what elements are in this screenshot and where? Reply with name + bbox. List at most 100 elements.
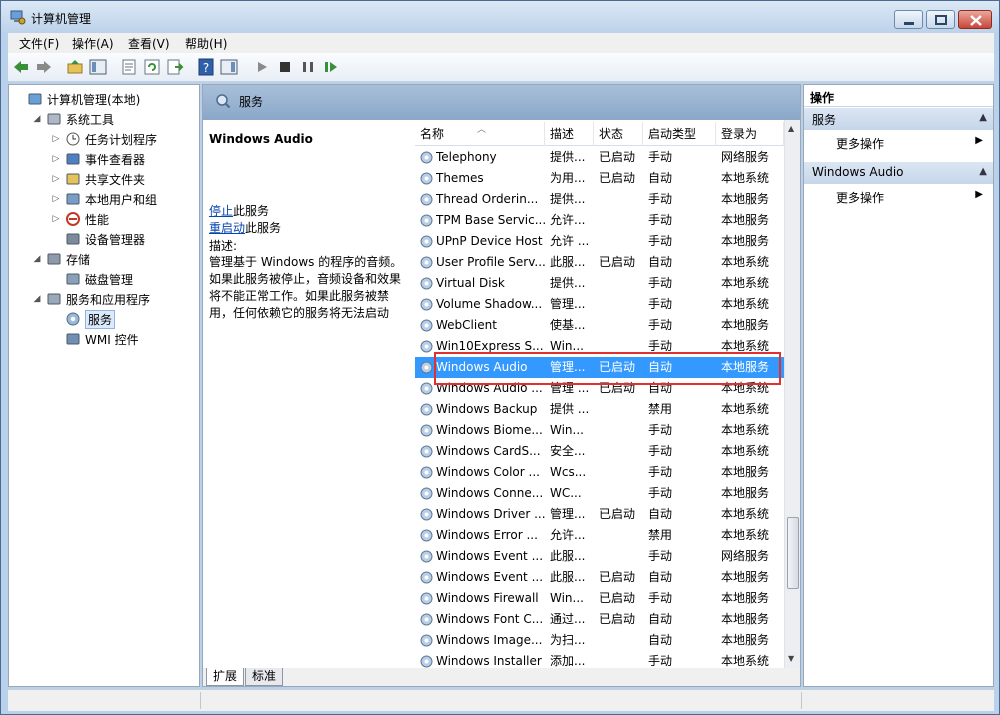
action-pane-icon[interactable] [220,58,238,76]
scroll-down-icon[interactable]: ▼ [788,654,794,663]
up-folder-icon[interactable] [66,58,84,76]
service-row[interactable]: Win10Express S... Win... 手动 本地系统 [415,336,784,357]
service-row[interactable]: Windows CardS... 安全... 手动 本地系统 [415,441,784,462]
tree-item[interactable]: WMI 控件 [51,329,139,349]
tree-item[interactable]: 计算机管理(本地) [13,89,140,109]
service-status [599,525,645,546]
service-row[interactable]: UPnP Device Host 允许 ... 手动 本地服务 [415,231,784,252]
service-row[interactable]: Windows Event ... 此服... 已启动 自动 本地服务 [415,567,784,588]
menu-action[interactable]: 操作(A) [72,35,114,52]
service-row[interactable]: Windows Backup 提供 ... 禁用 本地系统 [415,399,784,420]
service-row[interactable]: WebClient 使基... 手动 本地服务 [415,315,784,336]
more-actions-services[interactable]: 更多操作 ▶ [804,132,993,154]
tree-item[interactable]: 磁盘管理 [51,269,133,289]
col-name-header[interactable]: 名称 ︿ [415,122,545,146]
expand-toggle-icon[interactable]: ▷ [51,154,61,164]
pause-service-icon[interactable] [299,58,317,76]
service-row[interactable]: Volume Shadow... 管理... 手动 本地系统 [415,294,784,315]
tree-item[interactable]: ◢ 存储 [32,249,90,269]
section-windows-audio-label: Windows Audio [812,165,904,179]
service-row[interactable]: Windows Driver ... 管理... 已启动 自动 本地系统 [415,504,784,525]
service-row[interactable]: Windows Error ... 允许... 禁用 本地系统 [415,525,784,546]
service-status: 已启动 [599,570,636,584]
service-row[interactable]: Themes 为用... 已启动 自动 本地系统 [415,168,784,189]
restart-service-link[interactable]: 重启动 [209,221,245,235]
col-desc-header[interactable]: 描述 [545,122,594,146]
back-arrow-icon[interactable] [12,58,30,76]
forward-arrow-icon[interactable] [35,58,53,76]
service-row[interactable]: Windows Font C... 通过... 已启动 自动 本地服务 [415,609,784,630]
expand-toggle-icon[interactable]: ◢ [32,294,42,304]
scroll-up-icon[interactable]: ▲ [788,124,794,133]
service-startup: 手动 [648,486,673,500]
expand-toggle-icon[interactable]: ▷ [51,194,61,204]
minimize-button[interactable] [894,10,923,29]
tab-standard[interactable]: 标准 [245,668,284,686]
service-name: Windows Event ... [436,549,544,563]
services-header-title: 服务 [239,95,264,109]
service-row[interactable]: Windows Conne... WC... 手动 本地服务 [415,483,784,504]
computer-mgmt-icon [10,10,26,25]
expand-toggle-icon[interactable]: ◢ [32,254,42,264]
service-row[interactable]: Windows Event ... 此服... 手动 网络服务 [415,546,784,567]
service-row[interactable]: Windows Biome... Win... 手动 本地系统 [415,420,784,441]
service-status: 已启动 [599,360,636,374]
service-gear-icon [420,298,433,311]
scrollbar-thumb[interactable] [787,517,799,589]
services-scrollbar[interactable]: ▲ ▼ [784,120,800,668]
more-actions-windows-audio[interactable]: 更多操作 ▶ [804,186,993,208]
service-row[interactable]: Windows Color ... Wcs... 手动 本地服务 [415,462,784,483]
tree-item[interactable]: ▷ 性能 [51,209,109,229]
col-startup-header[interactable]: 启动类型 [643,122,716,146]
submenu-arrow-icon: ▶ [975,189,983,200]
expand-toggle-icon[interactable]: ▷ [51,214,61,224]
stop-service-icon[interactable] [276,58,294,76]
expand-toggle-icon[interactable]: ▷ [51,134,61,144]
actions-section-windows-audio[interactable]: Windows Audio ▲ [804,162,993,184]
tree-item[interactable]: ◢ 系统工具 [32,109,114,129]
expand-toggle-icon[interactable]: ▷ [51,174,61,184]
restart-service-icon[interactable] [322,58,340,76]
service-startup: 手动 [648,549,673,563]
service-row[interactable]: Telephony 提供... 已启动 手动 网络服务 [415,147,784,168]
properties-icon[interactable] [120,58,138,76]
service-row[interactable]: Windows Audio ... 管理 ... 已启动 自动 本地系统 [415,378,784,399]
tree-item[interactable]: 设备管理器 [51,229,145,249]
refresh-icon[interactable] [143,58,161,76]
tree-item-label: 设备管理器 [85,232,146,247]
help-icon[interactable]: ? [197,58,215,76]
tree-item[interactable]: ◢ 服务和应用程序 [32,289,150,309]
service-gear-icon [420,151,433,164]
tab-extended[interactable]: 扩展 [206,668,245,686]
tree-item[interactable]: ▷ 事件查看器 [51,149,145,169]
tree-item[interactable]: ▷ 本地用户和组 [51,189,157,209]
tree-item[interactable]: ▷ 共享文件夹 [51,169,145,189]
tree-item-label: 服务和应用程序 [66,292,151,307]
start-service-icon[interactable] [253,58,271,76]
col-logon-header[interactable]: 登录为 [716,122,784,146]
maximize-button[interactable] [926,10,955,29]
tree-item[interactable]: 服务 [51,309,116,329]
console-tree-icon[interactable] [89,58,107,76]
expand-toggle-icon[interactable]: ◢ [32,114,42,124]
service-row[interactable]: Windows Firewall Win... 已启动 手动 本地服务 [415,588,784,609]
col-status-header[interactable]: 状态 [594,122,643,146]
menu-view[interactable]: 查看(V) [128,35,170,52]
menu-help[interactable]: 帮助(H) [185,35,227,52]
export-list-icon[interactable] [166,58,184,76]
service-row[interactable]: Windows Audio 管理... 已启动 自动 本地服务 [415,357,784,378]
service-row[interactable]: User Profile Serv... 此服... 已启动 自动 本地系统 [415,252,784,273]
service-row[interactable]: Thread Orderin... 提供... 手动 本地服务 [415,189,784,210]
actions-section-services[interactable]: 服务 ▲ [804,108,993,130]
service-row[interactable]: TPM Base Servic... 允许... 手动 本地服务 [415,210,784,231]
service-row[interactable]: Windows Installer 添加... 手动 本地系统 [415,651,784,668]
users-icon [66,193,80,205]
service-desc: 使基... [550,318,586,332]
service-row[interactable]: Virtual Disk 提供... 手动 本地系统 [415,273,784,294]
service-row[interactable]: Windows Image... 为扫... 自动 本地服务 [415,630,784,651]
stop-service-link[interactable]: 停止 [209,204,233,218]
close-button[interactable] [958,10,992,29]
menu-file[interactable]: 文件(F) [19,35,59,52]
tree-item[interactable]: ▷ 任务计划程序 [51,129,157,149]
service-gear-icon [420,382,433,395]
